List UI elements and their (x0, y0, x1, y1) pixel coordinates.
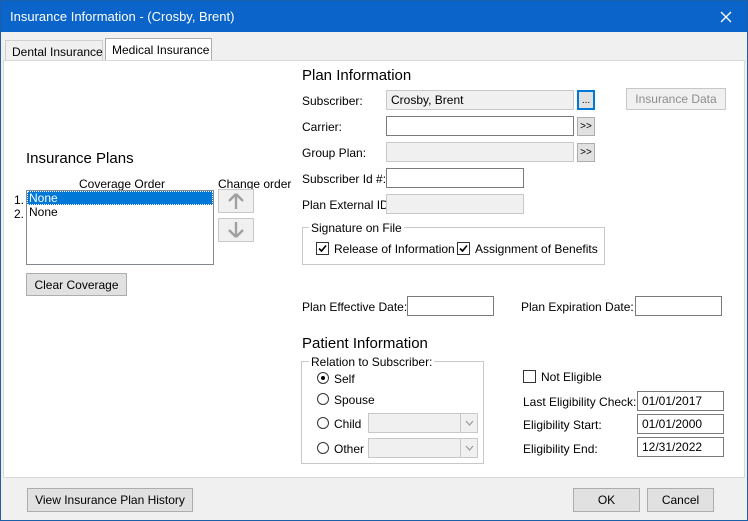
subscriber-id-input[interactable] (386, 168, 524, 188)
patient-information-heading: Patient Information (302, 335, 428, 352)
clear-coverage-button[interactable]: Clear Coverage (26, 273, 127, 296)
subscriber-label: Subscriber: (302, 94, 363, 108)
plan-expiration-date-input[interactable] (635, 296, 722, 316)
subscriber-picker-button[interactable]: ... (577, 90, 595, 110)
other-label: Other (334, 442, 365, 456)
plan-information-heading: Plan Information (302, 67, 412, 84)
tab-dental-insurance[interactable]: Dental Insurance (5, 40, 103, 62)
release-of-information-checkbox[interactable] (316, 242, 329, 255)
cancel-button[interactable]: Cancel (647, 488, 714, 512)
close-button[interactable] (705, 1, 747, 32)
subscriber-picker-label: ... (581, 94, 591, 106)
group-plan-field (386, 142, 574, 162)
self-label: Self (334, 372, 355, 386)
list-item[interactable]: None (27, 191, 213, 205)
assignment-of-benefits-label: Assignment of Benefits (475, 242, 598, 256)
plan-external-id-field (386, 194, 524, 214)
subscriber-field: Crosby, Brent (386, 90, 574, 110)
view-insurance-plan-history-label: View Insurance Plan History (35, 493, 185, 507)
plan-effective-date-label: Plan Effective Date: (302, 300, 408, 314)
eligibility-end-label: Eligibility End: (523, 442, 598, 456)
clear-coverage-label: Clear Coverage (34, 277, 119, 292)
ok-button[interactable]: OK (573, 488, 640, 512)
other-relation-select[interactable] (368, 438, 478, 458)
arrow-down-icon (228, 222, 244, 238)
plan-effective-date-input[interactable] (407, 296, 494, 316)
dialog-footer: View Insurance Plan History OK Cancel (1, 479, 747, 520)
not-eligible-label: Not Eligible (541, 370, 602, 384)
eligibility-start-value: 01/01/2000 (642, 417, 703, 431)
insurance-information-dialog: Insurance Information - (Crosby, Brent) … (0, 0, 748, 521)
eligibility-start-input[interactable]: 01/01/2000 (637, 414, 724, 434)
move-down-button[interactable] (218, 218, 254, 242)
last-eligibility-check-value: 01/01/2017 (642, 394, 703, 408)
group-plan-more-label: >> (580, 147, 592, 158)
checkmark-icon (318, 244, 327, 253)
eligibility-start-label: Eligibility Start: (523, 418, 602, 432)
cancel-label: Cancel (661, 493, 700, 507)
checkmark-icon (459, 244, 468, 253)
child-relation-select[interactable] (368, 413, 478, 433)
ok-label: OK (597, 493, 616, 507)
carrier-more-button[interactable]: >> (577, 117, 595, 136)
group-plan-label: Group Plan: (302, 146, 367, 160)
coverage-order-header: Coverage Order (79, 177, 166, 191)
carrier-label: Carrier: (302, 120, 343, 134)
carrier-input[interactable] (386, 116, 574, 136)
coverage-number-2: 2. (14, 207, 25, 221)
last-eligibility-check-input[interactable]: 01/01/2017 (637, 391, 724, 411)
child-radio[interactable] (317, 417, 329, 429)
last-eligibility-check-label: Last Eligibility Check: (523, 395, 637, 409)
tab-medical-insurance[interactable]: Medical Insurance (105, 38, 212, 62)
insurance-plans-heading: Insurance Plans (26, 150, 134, 167)
carrier-more-label: >> (580, 121, 592, 132)
coverage-order-list[interactable]: None None (26, 190, 214, 265)
dropdown-button[interactable] (460, 439, 477, 457)
spouse-label: Spouse (334, 393, 375, 407)
chevron-down-icon (465, 420, 473, 426)
list-item[interactable]: None (27, 205, 213, 219)
tab-label: Medical Insurance (112, 43, 210, 57)
signature-on-file-heading: Signature on File (309, 221, 404, 235)
arrow-up-icon (228, 193, 244, 209)
medical-insurance-panel: Insurance Plans Coverage Order Change or… (3, 60, 745, 478)
self-radio[interactable] (317, 372, 329, 384)
insurance-data-button[interactable]: Insurance Data (626, 88, 726, 110)
plan-expiration-date-label: Plan Expiration Date: (521, 300, 634, 314)
not-eligible-checkbox[interactable] (523, 370, 536, 383)
subscriber-value: Crosby, Brent (391, 93, 464, 107)
close-icon (720, 11, 732, 22)
view-insurance-plan-history-button[interactable]: View Insurance Plan History (27, 488, 193, 512)
coverage-number-1: 1. (14, 193, 25, 207)
insurance-data-label: Insurance Data (635, 92, 717, 106)
child-label: Child (334, 417, 362, 431)
window-title: Insurance Information - (Crosby, Brent) (10, 9, 235, 24)
subscriber-id-label: Subscriber Id #: (302, 172, 387, 186)
other-radio[interactable] (317, 442, 329, 454)
eligibility-end-input[interactable]: 12/31/2022 (637, 437, 724, 457)
chevron-down-icon (465, 445, 473, 451)
title-bar: Insurance Information - (Crosby, Brent) (1, 1, 747, 32)
tab-label: Dental Insurance (12, 45, 103, 59)
release-of-information-label: Release of Information (334, 242, 455, 256)
plan-external-id-label: Plan External ID: (302, 198, 393, 212)
eligibility-end-value: 12/31/2022 (642, 440, 703, 454)
spouse-radio[interactable] (317, 393, 329, 405)
relation-to-subscriber-heading: Relation to Subscriber: (309, 355, 435, 369)
move-up-button[interactable] (218, 189, 254, 213)
assignment-of-benefits-checkbox[interactable] (457, 242, 470, 255)
dropdown-button[interactable] (460, 414, 477, 432)
group-plan-more-button[interactable]: >> (577, 143, 595, 162)
